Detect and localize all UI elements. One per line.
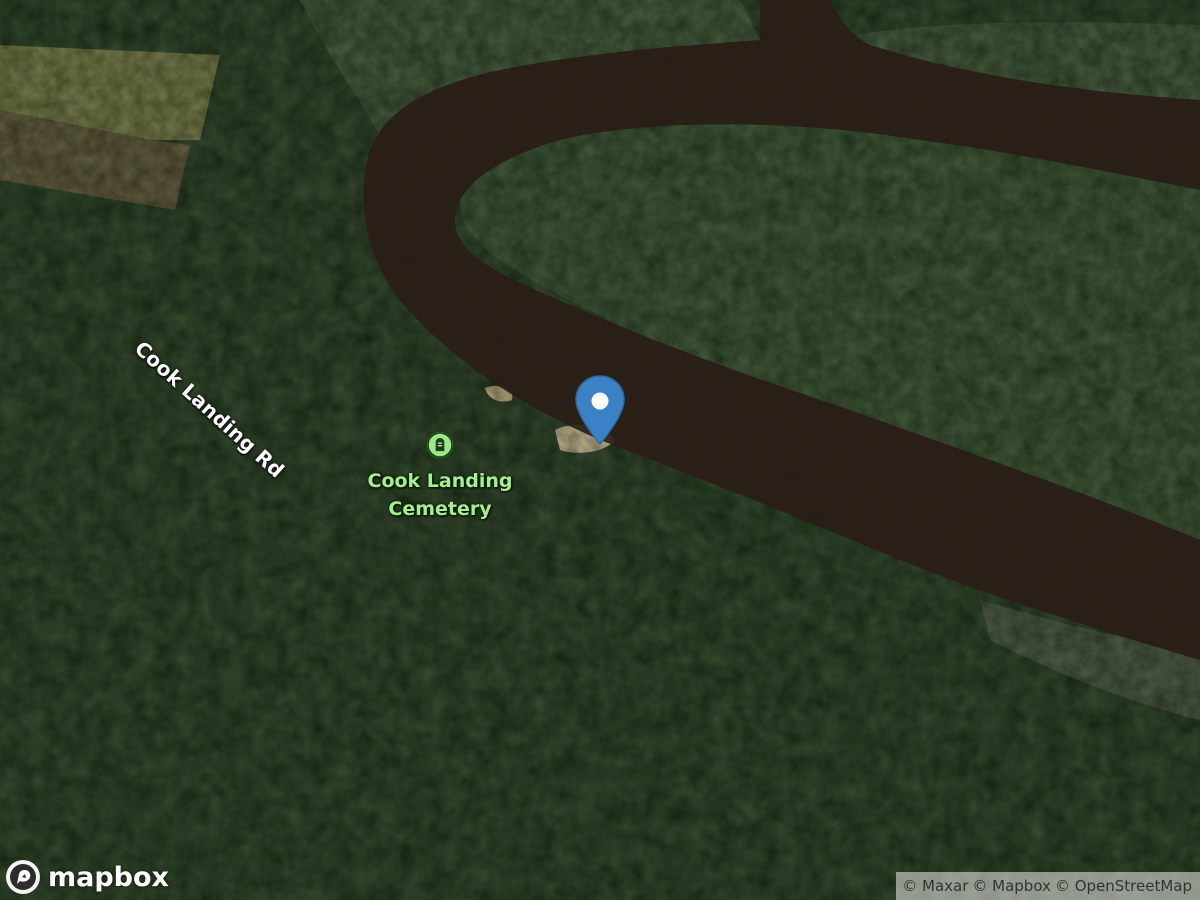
attribution-bar: © Maxar © Mapbox © OpenStreetMap [896, 872, 1200, 900]
cemetery-icon [425, 430, 455, 460]
attribution-maxar[interactable]: © Maxar [902, 877, 968, 895]
mapbox-logo[interactable]: mapbox [4, 857, 169, 897]
satellite-imagery [0, 0, 1200, 900]
location-pin-icon[interactable] [572, 374, 628, 446]
attribution-osm[interactable]: © OpenStreetMap [1055, 877, 1192, 895]
attribution-mapbox[interactable]: © Mapbox [972, 877, 1051, 895]
poi-label-line1: Cook Landing [367, 470, 513, 492]
poi-label-line2: Cemetery [388, 498, 492, 520]
poi-cemetery[interactable]: Cook Landing Cemetery [355, 430, 525, 523]
logo-text: mapbox [48, 861, 169, 893]
map-canvas[interactable]: Cook Landing Rd Cook Landing Cemetery ma… [0, 0, 1200, 900]
mapbox-logo-icon [6, 860, 40, 894]
